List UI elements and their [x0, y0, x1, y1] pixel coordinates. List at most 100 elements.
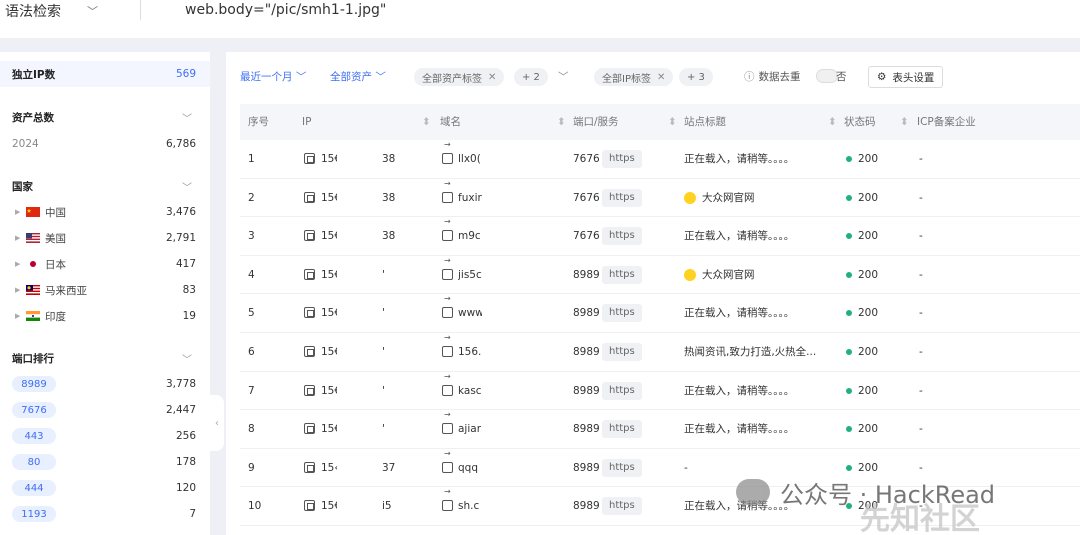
external-link-icon[interactable] — [442, 256, 453, 280]
sort-icon[interactable]: ⬍ — [668, 104, 677, 140]
domain[interactable]: qqq — [458, 449, 482, 487]
asset-tags-chip[interactable]: 全部资产标签 ✕ — [414, 68, 505, 86]
chevron-down-icon[interactable]: ﹀ — [558, 64, 569, 88]
port-tag[interactable]: 444 — [12, 480, 56, 496]
dedup-toggle[interactable] — [816, 69, 838, 83]
time-range-dropdown[interactable]: 最近一个月 ﹀ — [240, 64, 306, 88]
close-icon[interactable]: ✕ — [488, 72, 496, 83]
domain[interactable]: llx0( — [458, 140, 482, 178]
domain[interactable]: kasc — [458, 372, 482, 410]
sort-icon[interactable]: ⬍ — [422, 104, 431, 140]
external-link-icon[interactable] — [442, 372, 453, 396]
ip-address[interactable]: 15€ — [321, 256, 337, 294]
table-row[interactable]: 5 15€ ' www 8989https 正在载入，请稍等。。。。 200 - — [240, 294, 1080, 333]
year-stat[interactable]: 2024 6,786 — [0, 131, 210, 157]
port-tag[interactable]: 1193 — [12, 506, 56, 522]
table-row[interactable]: 2 15€ 38 fuxir 7676https 大众网官网 200 - — [240, 179, 1080, 218]
domain[interactable]: fuxir — [458, 179, 482, 217]
external-link-icon[interactable] — [442, 449, 453, 473]
table-row[interactable]: 3 15€ 38 m9c 7676https 正在载入，请稍等。。。。 200 - — [240, 217, 1080, 256]
domain[interactable]: jis5c — [458, 256, 482, 294]
external-link-icon[interactable] — [442, 140, 453, 164]
external-link-icon[interactable] — [442, 294, 453, 319]
table-row[interactable]: 8 15€ ' ajiar 8989https 正在载入，请稍等。。。。 200 - — [240, 410, 1080, 449]
port-tag[interactable]: 8989 — [12, 376, 56, 392]
ip-tags-chip[interactable]: 全部IP标签 ✕ — [594, 68, 674, 86]
table-row[interactable]: 7 15€ ' kasc 8989https 正在载入，请稍等。。。。 200 - — [240, 372, 1080, 411]
sort-icon[interactable]: ⬍ — [900, 104, 909, 140]
domain[interactable]: ajiar — [458, 410, 482, 448]
total-assets-header[interactable]: 资产总数 ﹀ — [0, 104, 210, 130]
port: 8989 — [573, 384, 600, 397]
ip-icon — [304, 423, 315, 435]
column-header-ip[interactable]: IP — [302, 104, 311, 140]
ip-icon — [304, 384, 315, 396]
protocol-tag: https — [602, 150, 642, 168]
domain[interactable]: m9c — [458, 217, 482, 255]
domain[interactable]: sh.c — [458, 487, 482, 525]
chevron-down-icon: ﹀ — [182, 354, 192, 366]
ip-address[interactable]: 15€ — [321, 487, 337, 525]
collapse-sidebar-handle[interactable]: ‹ — [210, 395, 224, 451]
port-item[interactable]: 8989 3,778 — [0, 371, 210, 397]
external-link-icon[interactable] — [442, 333, 453, 357]
sort-icon[interactable]: ⬍ — [557, 104, 566, 140]
ip-icon — [304, 461, 315, 473]
ip-address[interactable]: 15€ — [321, 179, 337, 217]
syntax-search-select[interactable]: 语法检索 ﹀ — [5, 0, 98, 22]
domain[interactable]: 156. — [458, 333, 482, 371]
country-item-india[interactable]: ▶ 印度 19 — [0, 303, 210, 329]
port-item[interactable]: 1193 7 — [0, 501, 210, 527]
row-index: 5 — [248, 307, 255, 320]
port-ranking-header[interactable]: 端口排行 ﹀ — [0, 345, 210, 371]
asset-tags-more-chip[interactable]: + 2 — [514, 68, 548, 86]
ip-tags-more-chip[interactable]: + 3 — [679, 68, 713, 86]
external-link-icon[interactable] — [442, 179, 453, 203]
usa-flag-icon — [26, 233, 40, 243]
country-item-japan[interactable]: ▶ 日本 417 — [0, 251, 210, 277]
port-item[interactable]: 80 178 — [0, 449, 210, 475]
ip-address[interactable]: 15€ — [321, 372, 337, 410]
close-icon[interactable]: ✕ — [657, 72, 665, 83]
sort-icon[interactable]: ⬍ — [828, 104, 837, 140]
ip-address[interactable]: 15€ — [321, 140, 337, 178]
external-link-icon[interactable] — [442, 410, 453, 435]
column-header-port[interactable]: 端口/服务 — [573, 104, 619, 140]
external-link-icon[interactable] — [442, 487, 453, 512]
column-header-title[interactable]: 站点标题 — [684, 104, 726, 140]
external-link-icon[interactable] — [442, 217, 453, 242]
port-tag[interactable]: 7676 — [12, 402, 56, 418]
icp-company: - — [919, 307, 923, 320]
ip-icon — [304, 268, 315, 280]
ip-address[interactable]: 15€ — [321, 333, 337, 371]
port: 8989 — [573, 307, 600, 320]
column-header-icp[interactable]: ICP备案企业 — [917, 104, 976, 140]
unique-ip-stat[interactable]: 独立IP数 569 — [0, 61, 210, 87]
query-input[interactable]: web.body="/pic/smh1-1.jpg" — [185, 0, 386, 22]
asset-type-dropdown[interactable]: 全部资产 ﹀ — [330, 64, 386, 88]
port-tag[interactable]: 80 — [12, 454, 56, 470]
table-row[interactable]: 6 15€ ' 156. 8989https 热闻资讯,致力打造,火热全... 200 - — [240, 333, 1080, 372]
country-item-usa[interactable]: ▶ 美国 2,791 — [0, 225, 210, 251]
port-tag[interactable]: 443 — [12, 428, 56, 444]
domain[interactable]: www — [458, 294, 482, 332]
ip-icon — [304, 191, 315, 203]
ip-icon — [304, 153, 315, 164]
ip-address[interactable]: 15€ — [321, 410, 337, 448]
table-row[interactable]: 4 15€ ' jis5c 8989https 大众网官网 200 - — [240, 256, 1080, 295]
column-header-domain[interactable]: 域名 — [440, 104, 461, 140]
help-circle-icon: ⓘ — [744, 70, 755, 83]
stats-sidebar: 独立IP数 569 资产总数 ﹀ 2024 6,786 国家 ﹀ ▶ 中国 3,… — [0, 52, 210, 535]
table-row[interactable]: 1 15€ 38 llx0(7676https 正在载入，请稍等。。。。 200 - — [240, 140, 1080, 179]
ip-address[interactable]: 15‹ — [321, 449, 337, 487]
ip-address[interactable]: 15€ — [321, 294, 337, 332]
country-item-china[interactable]: ▶ 中国 3,476 — [0, 199, 210, 225]
column-header-status[interactable]: 状态码 — [844, 104, 876, 140]
country-header[interactable]: 国家 ﹀ — [0, 173, 210, 199]
ip-address[interactable]: 15€ — [321, 217, 337, 255]
header-settings-button[interactable]: ⚙ 表头设置 — [868, 66, 944, 88]
country-item-malaysia[interactable]: ▶ 马来西亚 83 — [0, 277, 210, 303]
port-item[interactable]: 443 256 — [0, 423, 210, 449]
port-item[interactable]: 7676 2,447 — [0, 397, 210, 423]
port-item[interactable]: 444 120 — [0, 475, 210, 501]
